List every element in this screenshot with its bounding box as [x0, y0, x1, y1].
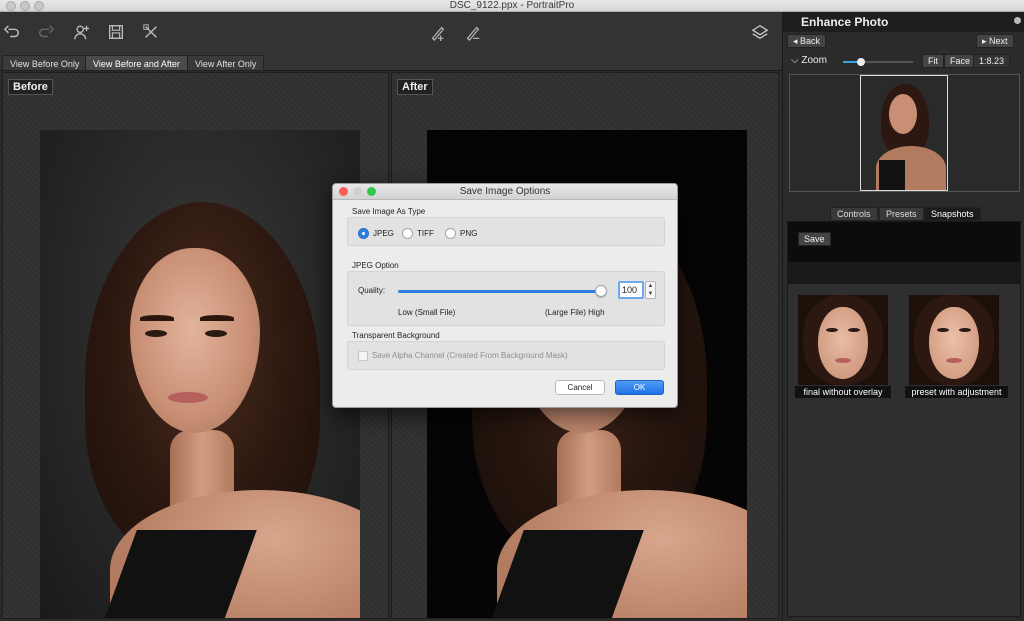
- save-image-options-dialog: Save Image Options Save Image As Type JP…: [332, 183, 678, 408]
- quality-label: Quality:: [358, 286, 386, 295]
- transparent-background-heading: Transparent Background: [352, 331, 440, 340]
- save-snapshot-button[interactable]: Save: [798, 232, 831, 246]
- save-icon[interactable]: [106, 22, 126, 42]
- jpeg-quality-group: Quality: 100 ▲ ▼ Low (Small File) (Large …: [347, 271, 665, 326]
- view-mode-tabs: View Before Only View Before and After V…: [0, 55, 782, 71]
- brush-subtract-icon[interactable]: [463, 22, 483, 42]
- enhance-sidebar: Enhance Photo ◂ Back ▸ Next ⌵ Zoom Fit F…: [782, 12, 1024, 621]
- dialog-close-button[interactable]: [339, 187, 348, 196]
- before-panel: Before: [2, 72, 389, 619]
- navigator-viewport[interactable]: [860, 75, 948, 191]
- back-button[interactable]: ◂ Back: [787, 34, 827, 48]
- before-label: Before: [8, 79, 53, 95]
- main-toolbar: [0, 12, 782, 57]
- alpha-channel-checkbox[interactable]: [358, 351, 368, 361]
- stepper-down-icon[interactable]: ▼: [648, 291, 654, 297]
- tab-view-before-and-after[interactable]: View Before and After: [85, 55, 188, 71]
- jpeg-label: JPEG: [373, 229, 394, 238]
- quality-slider-knob[interactable]: [595, 285, 607, 297]
- tab-presets[interactable]: Presets: [879, 207, 924, 221]
- zoom-value: 1:8.23: [973, 54, 1011, 68]
- ok-button[interactable]: OK: [615, 380, 664, 395]
- dialog-title: Save Image Options: [459, 186, 551, 197]
- high-quality-hint: (Large File) High: [545, 308, 605, 317]
- back-label: Back: [800, 36, 821, 46]
- zoom-label: Zoom: [801, 55, 827, 66]
- tab-controls[interactable]: Controls: [830, 207, 878, 221]
- title-bar: DSC_9122.ppx - PortraitPro: [0, 0, 1024, 12]
- quality-slider[interactable]: [398, 285, 607, 297]
- quality-stepper[interactable]: ▲ ▼: [645, 281, 656, 299]
- snapshot-thumbnail[interactable]: [909, 295, 999, 385]
- sidebar-tabs: Controls Presets Snapshots: [783, 205, 1024, 221]
- tab-snapshots[interactable]: Snapshots: [924, 207, 981, 221]
- snapshots-panel: Save final without overlay preset with a…: [787, 221, 1021, 617]
- before-photo[interactable]: [40, 130, 360, 618]
- transparent-background-group: Save Alpha Channel (Created From Backgro…: [347, 341, 665, 370]
- next-label: Next: [989, 36, 1008, 46]
- tiff-label: TIFF: [417, 229, 434, 238]
- fit-button[interactable]: Fit: [922, 54, 944, 68]
- low-quality-hint: Low (Small File): [398, 308, 456, 317]
- quality-slider-fill: [398, 290, 603, 293]
- tiff-radio[interactable]: [402, 228, 413, 239]
- zoom-slider[interactable]: [843, 58, 913, 66]
- cancel-button[interactable]: Cancel: [555, 380, 605, 395]
- file-type-group: JPEG TIFF PNG: [347, 217, 665, 246]
- window-title: DSC_9122.ppx - PortraitPro: [449, 0, 575, 11]
- next-button[interactable]: ▸ Next: [976, 34, 1014, 48]
- jpeg-radio[interactable]: [358, 228, 369, 239]
- stepper-up-icon[interactable]: ▲: [648, 283, 654, 289]
- tab-view-before-only[interactable]: View Before Only: [2, 55, 88, 71]
- close-image-icon[interactable]: [141, 22, 161, 42]
- face-button[interactable]: Face: [944, 54, 977, 68]
- zoom-slider-knob[interactable]: [856, 58, 865, 66]
- dialog-title-bar: Save Image Options: [333, 184, 677, 200]
- navigator-preview[interactable]: [789, 74, 1020, 192]
- snapshot-thumbnail[interactable]: [798, 295, 888, 385]
- jpeg-option-heading: JPEG Option: [352, 261, 399, 270]
- app-window: DSC_9122.ppx - PortraitPro View Before O: [0, 0, 1024, 621]
- pin-icon[interactable]: [1014, 17, 1021, 24]
- layers-icon[interactable]: [750, 22, 770, 42]
- chevron-down-icon: ⌵: [791, 55, 799, 66]
- png-radio[interactable]: [445, 228, 456, 239]
- sidebar-header: Enhance Photo: [783, 12, 1024, 32]
- brush-add-icon[interactable]: [428, 22, 448, 42]
- save-type-heading: Save Image As Type: [352, 207, 426, 216]
- png-label: PNG: [460, 229, 478, 238]
- tab-view-after-only[interactable]: View After Only: [187, 55, 265, 71]
- sidebar-title: Enhance Photo: [801, 15, 889, 29]
- dialog-maximize-button[interactable]: [367, 187, 376, 196]
- undo-icon[interactable]: [2, 22, 22, 42]
- alpha-channel-label: Save Alpha Channel (Created From Backgro…: [372, 351, 568, 360]
- after-label: After: [397, 79, 433, 95]
- zoom-toggle[interactable]: ⌵ Zoom: [791, 55, 827, 66]
- quality-input[interactable]: 100: [618, 281, 644, 299]
- snapshot-caption: final without overlay: [795, 386, 891, 398]
- redo-icon[interactable]: [36, 22, 56, 42]
- add-person-icon[interactable]: [72, 22, 92, 42]
- snapshot-caption: preset with adjustment: [905, 386, 1008, 398]
- dialog-minimize-button: [353, 187, 362, 196]
